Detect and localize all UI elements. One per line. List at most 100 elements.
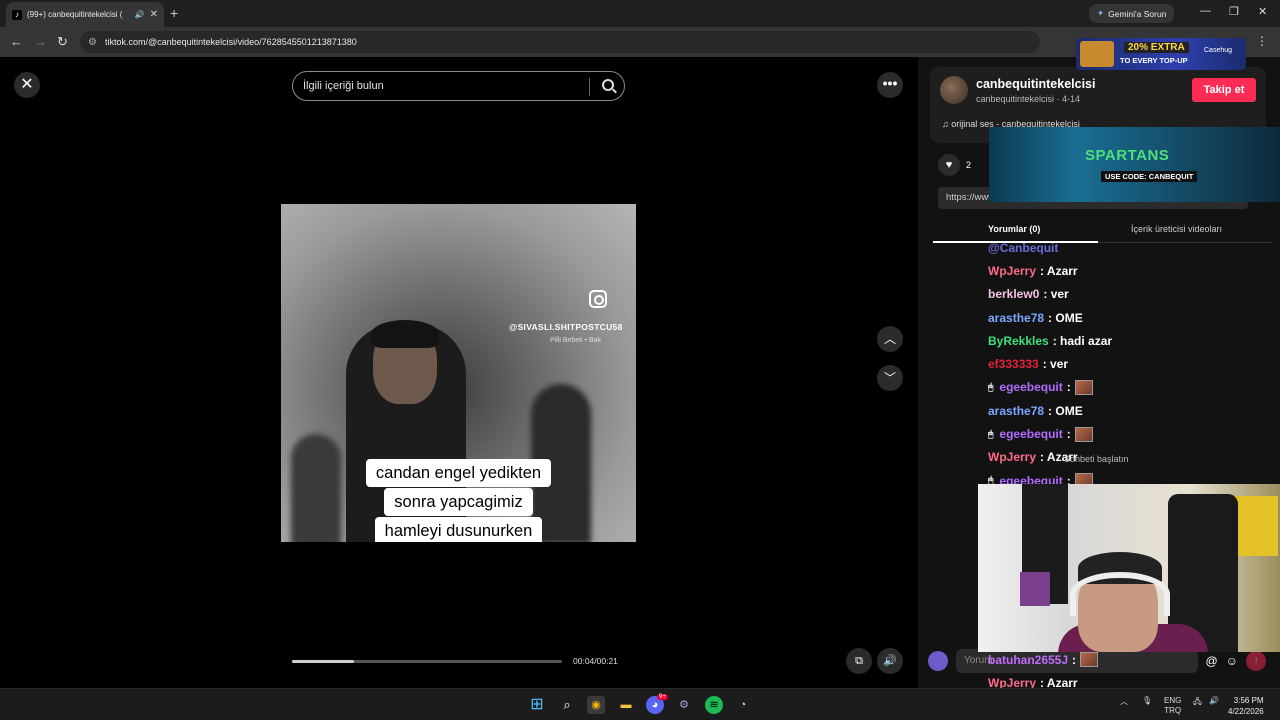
- caption-line: sonra yapcagimiz: [384, 488, 533, 516]
- language-bottom: TRQ: [1164, 706, 1182, 715]
- volume-icon[interactable]: 🔊: [1209, 696, 1219, 705]
- chat-username: egeebequit: [999, 427, 1063, 442]
- chat-message: 🖱 egeebequit:: [988, 422, 1188, 445]
- like-count: 2: [966, 160, 972, 170]
- picture-in-picture-button[interactable]: ⧉: [846, 648, 872, 674]
- video-time: 00:04/00:21: [573, 656, 618, 666]
- chat-text: : OME: [1048, 310, 1083, 325]
- webcam-overlay: [978, 484, 1280, 652]
- tray-chevron-icon[interactable]: ︿: [1120, 696, 1128, 707]
- chat-username: ef333333: [988, 357, 1039, 372]
- close-tab-icon[interactable]: ✕: [150, 9, 158, 20]
- chat-username: egeebequit: [999, 380, 1063, 395]
- ad-brand: Casehug: [1204, 47, 1233, 54]
- maximize-button[interactable]: ❐: [1229, 5, 1239, 18]
- chat-username: arasthe78: [988, 403, 1045, 418]
- speaker-icon[interactable]: 🔊: [135, 10, 145, 19]
- chat-username: arasthe78: [988, 310, 1045, 325]
- chrome-icon[interactable]: ◉: [587, 696, 605, 714]
- sponsor-code: USE CODE: CANBEQUIT: [1101, 171, 1198, 182]
- author-name[interactable]: canbequitintekelcisi: [976, 77, 1095, 91]
- ad-headline: 20% EXTRA: [1124, 42, 1189, 53]
- music-note-icon: ♫: [942, 119, 952, 129]
- video-player[interactable]: İlgili içeriği bulun @SIVASLI.SHITPOSTCU…: [281, 57, 636, 688]
- tab-title: (99+) canbequitintekelcisi (: [27, 10, 123, 19]
- search-icon[interactable]: ⌕: [558, 696, 576, 714]
- treasure-chest-icon: [1080, 41, 1114, 67]
- spotify-icon[interactable]: ≋: [705, 696, 723, 714]
- avatar[interactable]: [940, 76, 968, 104]
- network-icon[interactable]: 🖧: [1193, 696, 1202, 710]
- chat-badge-icon: 🖱: [988, 381, 994, 392]
- windows-start-icon[interactable]: ⊞: [528, 696, 546, 714]
- browser-tab[interactable]: ♪ (99+) canbequitintekelcisi ( 🔊 ✕: [6, 2, 164, 27]
- clock-date: 4/22/2026: [1228, 707, 1264, 716]
- gemini-button[interactable]: ✦ Gemini'a Sorun: [1089, 4, 1175, 23]
- chat-emote-icon: [1074, 426, 1093, 442]
- chat-text: : hadi azar: [1052, 333, 1113, 348]
- forward-arrow-icon[interactable]: →: [34, 34, 47, 49]
- video-frame: @SIVASLI.SHITPOSTCU58 Pilli Bebek • Bak …: [281, 204, 636, 542]
- language-indicator[interactable]: ENG TRQ: [1164, 696, 1181, 716]
- search-icon[interactable]: [602, 79, 614, 91]
- casehug-ad-overlay: 20% EXTRA TO EVERY TOP-UP Casehug: [1076, 38, 1246, 70]
- microphone-icon[interactable]: 🎙: [1142, 696, 1152, 705]
- chat-text: : OME: [1048, 403, 1083, 418]
- video-progress-bar[interactable]: [292, 660, 562, 663]
- tab-comments[interactable]: Yorumlar (0): [988, 224, 1040, 234]
- back-arrow-icon[interactable]: ←: [10, 34, 23, 49]
- site-info-icon[interactable]: ⚙: [88, 37, 97, 48]
- chat-message: ef333333: ver: [988, 352, 1188, 375]
- related-search-input[interactable]: İlgili içeriği bulun: [292, 71, 625, 101]
- chat-message: 🖱 egeebequit:: [988, 376, 1188, 399]
- chat-username: batuhan2655J: [988, 652, 1069, 667]
- chat-username: WpJerry: [988, 450, 1037, 465]
- author-subtitle: canbequitintekelcisi · 4-14: [976, 94, 1081, 104]
- chat-username: WpJerry: [988, 263, 1037, 278]
- browser-tab-bar: ♪ (99+) canbequitintekelcisi ( 🔊 ✕ + ✦ G…: [0, 0, 1280, 27]
- send-button[interactable]: ↑: [1246, 651, 1266, 671]
- spartans-sponsor-overlay: SPARTANS USE CODE: CANBEQUIT: [989, 127, 1280, 202]
- clock-time: 3:56 PM: [1233, 696, 1264, 705]
- chat-message: @Canbequit: [988, 236, 1188, 259]
- instagram-icon: [589, 290, 607, 308]
- app-icon[interactable]: ◔: [734, 696, 752, 714]
- gemini-star-icon: ✦: [1097, 8, 1105, 18]
- chat-text: :: [1066, 380, 1071, 395]
- minimize-button[interactable]: —: [1200, 5, 1211, 17]
- like-row: ♥ 2: [938, 154, 971, 176]
- steam-icon[interactable]: ⚙: [675, 696, 693, 714]
- follow-button[interactable]: Takip et: [1192, 78, 1256, 102]
- previous-video-button[interactable]: ︿: [877, 326, 903, 352]
- mention-icon[interactable]: @: [1206, 654, 1218, 668]
- chat-text: :: [1072, 652, 1077, 667]
- chat-text: : ver: [1042, 357, 1069, 372]
- clock[interactable]: 3:56 PM 4/22/2026: [1228, 695, 1264, 717]
- search-placeholder: İlgili içeriği bulun: [303, 80, 384, 92]
- chat-emote-icon: [1074, 379, 1093, 395]
- windows-taskbar: ⊞ ⌕ ◉ ▬ ◕ 9+ ⚙ ≋ ◔ ︿ 🎙 ENG TRQ 🖧 🔊 3:56 …: [0, 688, 1280, 720]
- next-video-button[interactable]: ﹀: [877, 365, 903, 391]
- reload-icon[interactable]: ↻: [57, 34, 68, 50]
- file-explorer-icon[interactable]: ▬: [617, 696, 635, 714]
- heart-icon[interactable]: ♥: [938, 154, 960, 176]
- caption-line: candan engel yedikten: [365, 459, 552, 487]
- ad-subline: TO EVERY TOP-UP: [1120, 56, 1188, 65]
- spartans-logo: SPARTANS: [1085, 147, 1170, 164]
- screen: ♪ (99+) canbequitintekelcisi ( 🔊 ✕ + ✦ G…: [0, 0, 1280, 720]
- language-top: ENG: [1164, 696, 1182, 705]
- emoji-icon[interactable]: ☺: [1226, 654, 1238, 668]
- more-options-button[interactable]: •••: [877, 72, 903, 98]
- address-bar[interactable]: ⚙ tiktok.com/@canbequitintekelcisi/video…: [80, 31, 1040, 53]
- poster-purple: [1020, 572, 1050, 606]
- close-window-button[interactable]: ✕: [1258, 5, 1267, 18]
- close-video-button[interactable]: ✕: [14, 72, 40, 98]
- volume-button[interactable]: 🔊: [877, 648, 903, 674]
- chat-emote-icon: [1080, 652, 1099, 668]
- new-tab-button[interactable]: +: [170, 5, 178, 21]
- chat-message: arasthe78: OME: [988, 306, 1188, 329]
- headphones: [1070, 572, 1170, 616]
- person-hair: [371, 320, 439, 348]
- tab-creator-videos[interactable]: İçerik üreticisi videoları: [1131, 224, 1222, 234]
- chrome-menu-icon[interactable]: ⋮: [1256, 34, 1268, 48]
